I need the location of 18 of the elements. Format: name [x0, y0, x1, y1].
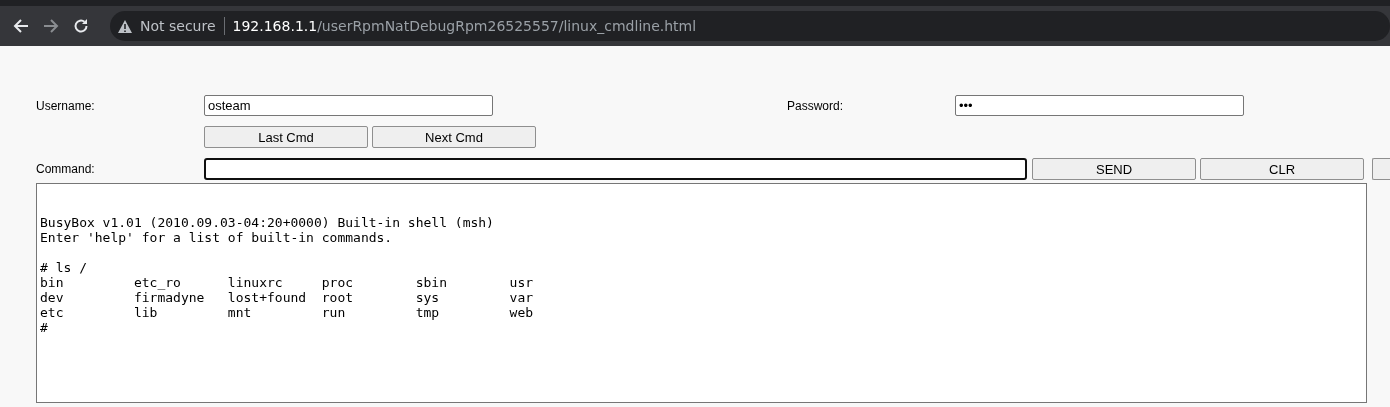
back-icon[interactable]: [12, 17, 30, 35]
next-command-button[interactable]: Next Cmd: [372, 126, 536, 148]
command-field[interactable]: [203, 158, 1028, 180]
command-label: Command:: [36, 162, 96, 176]
username-field[interactable]: osteam: [204, 95, 493, 116]
send-button[interactable]: SEND: [1032, 158, 1197, 180]
username-label: Username:: [36, 98, 96, 113]
reload-icon[interactable]: [72, 17, 90, 35]
last-command-button[interactable]: Last Cmd: [204, 126, 368, 148]
url-text: 192.168.1.1/userRpmNatDebugRpm26525557/linux_cmdline.html: [232, 18, 697, 34]
address-bar[interactable]: Not secure 192.168.1.1/userRpmNatDebugRpm26525557/linux_cmdline.html: [110, 11, 1390, 41]
clear-button[interactable]: CLR: [1200, 158, 1365, 180]
partial-button[interactable]: [1372, 158, 1390, 180]
password-label: Password:: [787, 98, 845, 113]
password-field[interactable]: •••: [955, 95, 1244, 116]
terminal-output: BusyBox v1.01 (2010.09.03-04:20+0000) Built-in shell (msh) Enter 'help' for a list of built-in commands. # ls / bin etc_ro linuxrc proc sbin usr dev firmadyne lost+found root sys var etc lib mnt run tmp web #: [36, 183, 1367, 403]
warning-icon: [118, 19, 132, 33]
security-label[interactable]: Not secure: [140, 18, 216, 34]
